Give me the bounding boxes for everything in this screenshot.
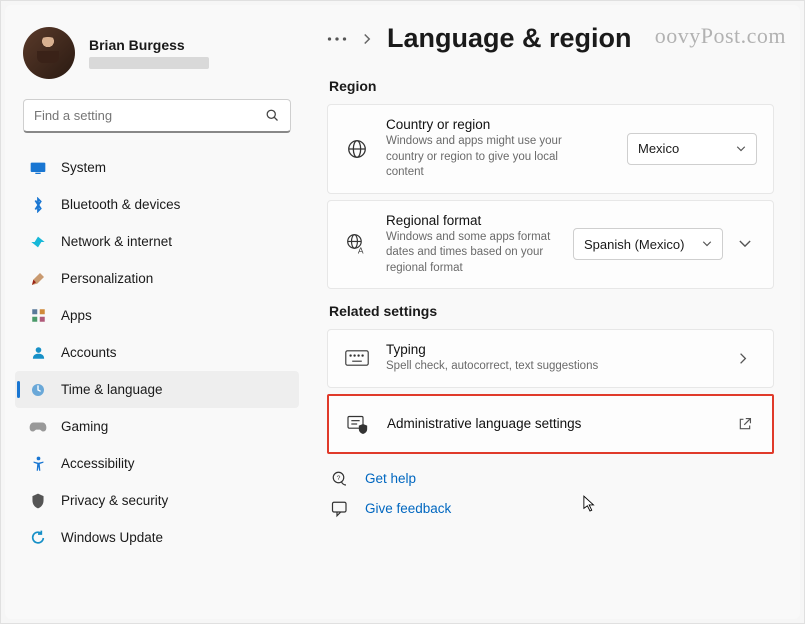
sidebar-item-network[interactable]: Network & internet [15, 223, 299, 260]
profile-name: Brian Burgess [89, 37, 209, 53]
card-subtitle: Windows and apps might use your country … [386, 134, 596, 181]
sidebar-item-time-language[interactable]: Time & language [15, 371, 299, 408]
profile-block[interactable]: Brian Burgess [15, 23, 299, 95]
card-title: Country or region [386, 117, 611, 132]
link-get-help[interactable]: ? Get help [327, 464, 774, 494]
select-value: Mexico [638, 141, 679, 156]
card-subtitle: Spell check, autocorrect, text suggestio… [386, 359, 723, 375]
section-header-related: Related settings [329, 303, 774, 319]
watermark: oovyPost.com [655, 23, 786, 49]
link-label: Give feedback [365, 501, 451, 516]
globe-icon [344, 138, 370, 160]
search-input[interactable] [34, 108, 234, 123]
section-header-region: Region [329, 78, 774, 94]
personalization-icon [29, 270, 47, 288]
svg-text:A: A [358, 246, 364, 256]
svg-text:?: ? [337, 474, 341, 481]
sidebar-item-label: Gaming [61, 419, 108, 434]
main-content: Language & region Region Country or regi… [305, 5, 800, 619]
time-language-icon [29, 381, 47, 399]
link-label: Get help [365, 471, 416, 486]
sidebar-item-label: Network & internet [61, 234, 172, 249]
expand-chevron-icon[interactable] [739, 240, 757, 248]
search-icon [265, 108, 280, 123]
sidebar-item-label: System [61, 160, 106, 175]
bluetooth-icon [29, 196, 47, 214]
help-icon: ? [329, 470, 351, 488]
link-give-feedback[interactable]: Give feedback [327, 494, 774, 524]
sidebar-item-label: Bluetooth & devices [61, 197, 180, 212]
sidebar-item-gaming[interactable]: Gaming [15, 408, 299, 445]
card-typing[interactable]: Typing Spell check, autocorrect, text su… [327, 329, 774, 388]
card-country-region[interactable]: Country or region Windows and apps might… [327, 104, 774, 194]
card-title: Regional format [386, 213, 557, 228]
privacy-icon [29, 492, 47, 510]
page-title: Language & region [387, 23, 632, 54]
chevron-down-icon [702, 241, 712, 247]
sidebar-item-bluetooth[interactable]: Bluetooth & devices [15, 186, 299, 223]
sidebar: Brian Burgess System [5, 5, 305, 619]
system-icon [29, 159, 47, 177]
sidebar-item-label: Privacy & security [61, 493, 168, 508]
accessibility-icon [29, 455, 47, 473]
select-value: Spanish (Mexico) [584, 237, 684, 252]
card-subtitle: Windows and some apps format dates and t… [386, 230, 557, 277]
admin-language-icon [345, 414, 371, 434]
sidebar-item-label: Apps [61, 308, 92, 323]
sidebar-item-label: Windows Update [61, 530, 163, 545]
sidebar-item-label: Accessibility [61, 456, 135, 471]
feedback-icon [329, 500, 351, 518]
sidebar-item-label: Time & language [61, 382, 163, 397]
keyboard-icon [344, 350, 370, 366]
card-title: Typing [386, 342, 723, 357]
highlight-annotation: Administrative language settings [327, 394, 774, 454]
network-icon [29, 233, 47, 251]
update-icon [29, 529, 47, 547]
breadcrumb-back[interactable] [327, 36, 347, 42]
sidebar-nav: System Bluetooth & devices Network & int… [15, 149, 299, 556]
apps-icon [29, 307, 47, 325]
sidebar-item-accessibility[interactable]: Accessibility [15, 445, 299, 482]
external-link-icon [738, 417, 756, 431]
globe-language-icon: A [344, 233, 370, 255]
chevron-right-icon [363, 33, 371, 45]
format-select[interactable]: Spanish (Mexico) [573, 228, 723, 260]
sidebar-item-accounts[interactable]: Accounts [15, 334, 299, 371]
sidebar-item-label: Accounts [61, 345, 117, 360]
chevron-down-icon [736, 146, 746, 152]
sidebar-item-label: Personalization [61, 271, 153, 286]
profile-email-redacted [89, 57, 209, 69]
accounts-icon [29, 344, 47, 362]
card-admin-language[interactable]: Administrative language settings [329, 396, 772, 452]
avatar [23, 27, 75, 79]
gaming-icon [29, 418, 47, 436]
sidebar-item-apps[interactable]: Apps [15, 297, 299, 334]
card-regional-format[interactable]: A Regional format Windows and some apps … [327, 200, 774, 290]
chevron-right-icon [739, 352, 757, 365]
card-title: Administrative language settings [387, 416, 722, 431]
sidebar-item-update[interactable]: Windows Update [15, 519, 299, 556]
sidebar-item-system[interactable]: System [15, 149, 299, 186]
sidebar-item-privacy[interactable]: Privacy & security [15, 482, 299, 519]
sidebar-item-personalization[interactable]: Personalization [15, 260, 299, 297]
search-input-container[interactable] [23, 99, 291, 133]
country-select[interactable]: Mexico [627, 133, 757, 165]
